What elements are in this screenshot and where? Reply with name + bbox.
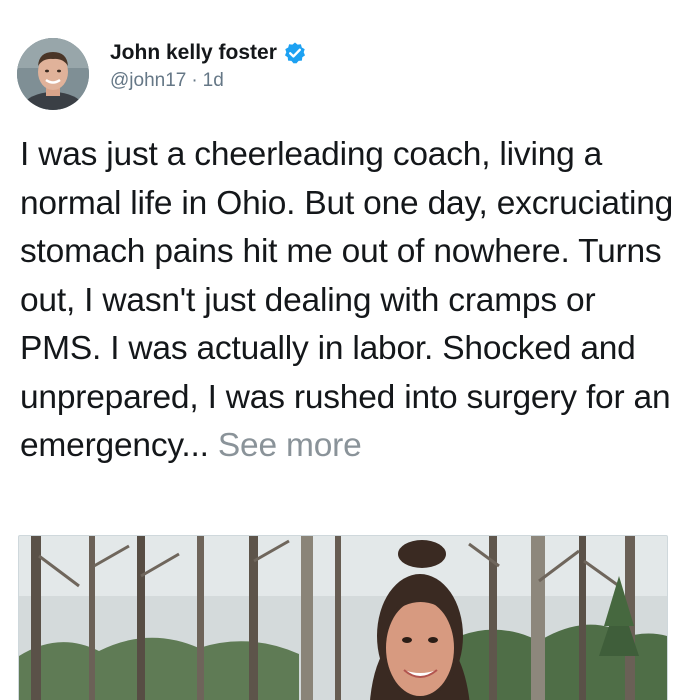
- tweet-body: I was just a cheerleading coach, living …: [20, 131, 680, 471]
- tweet-meta: @john17 · 1d: [110, 70, 307, 92]
- meta-separator: ·: [191, 70, 198, 91]
- tweet-photo[interactable]: [18, 535, 668, 700]
- name-row: John kelly foster: [110, 38, 307, 68]
- verified-badge-icon: [283, 41, 307, 65]
- author-avatar[interactable]: [17, 38, 89, 110]
- author-display-name[interactable]: John kelly foster: [110, 41, 277, 65]
- tweet-timestamp[interactable]: 1d: [203, 70, 224, 92]
- see-more-link[interactable]: See more: [218, 427, 362, 464]
- author-handle[interactable]: @john17: [110, 70, 186, 92]
- tweet-text: I was just a cheerleading coach, living …: [20, 136, 674, 464]
- author-info: John kelly foster @john17 · 1d: [110, 38, 307, 92]
- tweet-card: John kelly foster @john17 · 1d I was jus…: [0, 0, 700, 700]
